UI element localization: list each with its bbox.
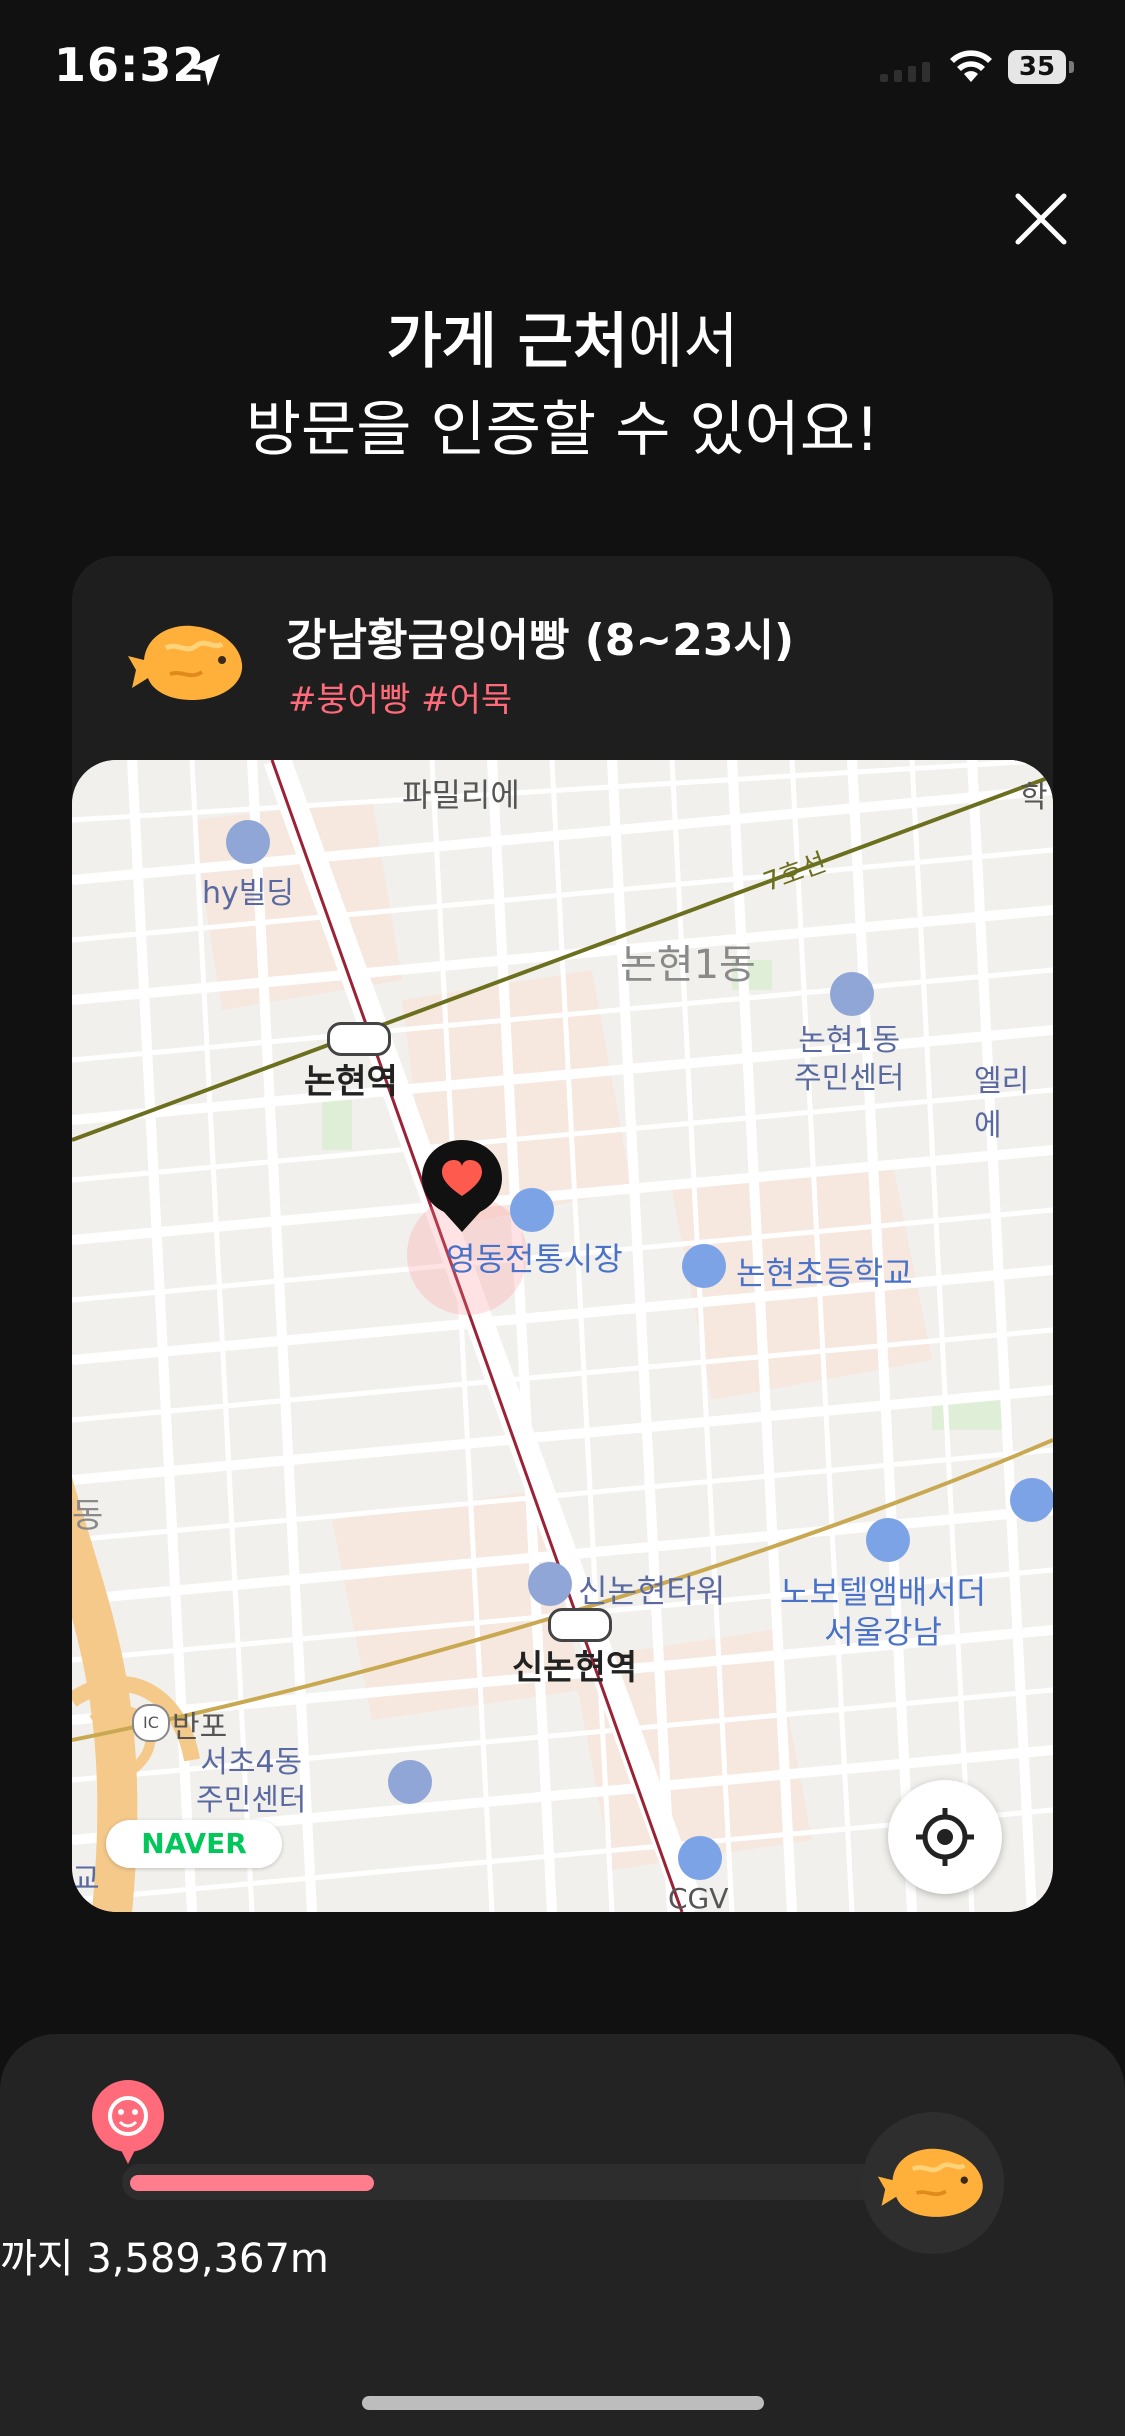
crosshair-icon: [916, 1808, 974, 1866]
map-label-edge-dong: 동: [72, 1496, 104, 1536]
map-label-dong: 논현1동: [620, 942, 756, 988]
cellular-signal-icon: [880, 62, 930, 82]
map-label-hotel: 노보텔앰배서더 서울강남: [780, 1573, 987, 1651]
hotel-icon: [866, 1518, 910, 1562]
home-indicator[interactable]: [362, 2396, 764, 2410]
status-time: 16:32: [54, 38, 206, 92]
close-icon[interactable]: [1012, 190, 1070, 248]
current-location-button[interactable]: [888, 1780, 1002, 1894]
location-arrow-icon: [190, 54, 220, 86]
map-label-school: 논현초등학교: [736, 1254, 913, 1292]
naver-attribution: NAVER: [106, 1820, 282, 1868]
distance-text: 까지 3,589,367m: [0, 2236, 329, 2282]
store-tags: #붕어빵 #어묵: [288, 680, 513, 720]
battery-level: 35: [1008, 50, 1066, 84]
map-label-sinnonhyeon-station: 신논현역: [512, 1648, 638, 1688]
map-label-seocho: 서초4동 주민센터: [196, 1745, 307, 1818]
title-line2: 방문을 인증할 수 있어요!: [245, 395, 880, 465]
community-center-icon: [830, 972, 874, 1016]
station-icon: [327, 1022, 391, 1056]
ic-icon: IC: [132, 1704, 170, 1742]
battery-icon: 35: [1008, 50, 1074, 86]
title-bold: 가게 근처: [386, 307, 629, 377]
map-label-edge-bottom: 교: [72, 1862, 100, 1897]
school-icon: [682, 1244, 726, 1288]
market-icon: [510, 1188, 554, 1232]
store-name: 강남황금잉어빵 (8~23시): [286, 615, 795, 666]
tower-icon: [528, 1562, 572, 1606]
cinema-icon: [678, 1836, 722, 1880]
map-label-tower: 신논현타워: [578, 1572, 726, 1610]
map-label-familie: 파밀리에: [402, 776, 520, 814]
page-title: 가게 근처에서 방문을 인증할 수 있어요!: [0, 298, 1125, 474]
user-location-icon: [92, 2080, 164, 2164]
map-label-market: 영동전통시장: [446, 1240, 623, 1278]
wifi-icon: [950, 50, 992, 82]
map-label-edge-right: 학: [1020, 780, 1048, 815]
map-label-nonhyeon-station: 논현역: [304, 1062, 398, 1102]
progress-track: [122, 2164, 902, 2200]
map-label-elliet: 엘리에: [974, 1064, 1030, 1143]
map-label-banpo: 반포: [172, 1710, 228, 1745]
map-view[interactable]: 파밀리에 hy빌딩 7호선 논현1동 논현1동 주민센터 엘리에 논현역 영동전통…: [72, 760, 1053, 1912]
store-card: 강남황금잉어빵 (8~23시) #붕어빵 #어묵 파밀리에 hy빌딩 7호선 논…: [72, 556, 1053, 1912]
community-center-icon: [388, 1760, 432, 1804]
store-marker-icon[interactable]: [420, 1138, 504, 1234]
title-regular: 에서: [628, 307, 739, 377]
building-icon: [226, 820, 270, 864]
progress-fill: [130, 2175, 374, 2191]
station-icon: [548, 1608, 612, 1642]
map-label-hy: hy빌딩: [202, 876, 294, 911]
bungeoppang-icon: [877, 2148, 983, 2217]
map-label-cgv: CGV: [668, 1882, 729, 1912]
bungeoppang-icon: [128, 625, 243, 700]
map-label-center1: 논현1동 주민센터: [794, 1023, 905, 1096]
goal-store-badge: [862, 2112, 1004, 2254]
hotel-icon: [1010, 1478, 1053, 1522]
status-bar: 16:32 35: [0, 0, 1125, 140]
